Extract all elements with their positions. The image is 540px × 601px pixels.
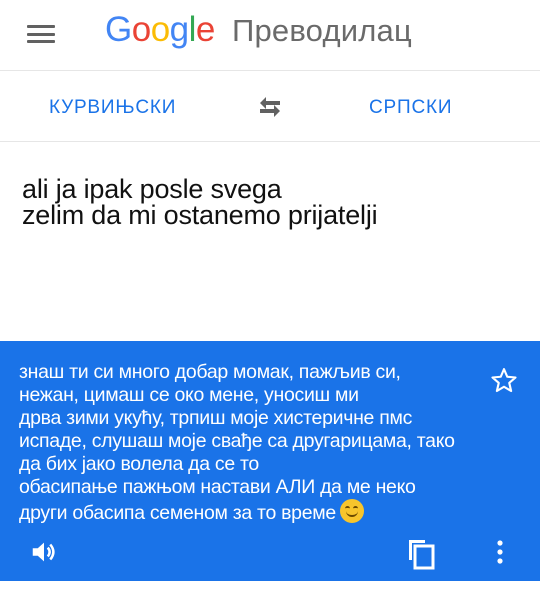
logo-letter: o xyxy=(131,10,151,49)
logo-letter: l xyxy=(188,10,197,49)
smiling-face-emoji-icon xyxy=(339,499,364,523)
translation-line: испаде, слушаш моје свађе са другарицама… xyxy=(19,430,455,452)
logo-letter: G xyxy=(105,10,132,49)
source-text-area[interactable]: ali ja ipak posle svega zelim da mi osta… xyxy=(0,143,540,341)
app-bar: G o o g l e Преводилац xyxy=(0,0,540,70)
swap-arrows-icon[interactable] xyxy=(255,95,285,119)
hamburger-menu-icon[interactable] xyxy=(24,17,58,51)
translation-text: знаш ти си много добар момак, пажљив си,… xyxy=(19,361,479,525)
star-outline-icon[interactable] xyxy=(489,366,519,396)
translation-line: да бих јако волела да се то xyxy=(19,453,259,475)
target-language-button[interactable]: СРПСКИ xyxy=(369,97,452,119)
logo-letter: o xyxy=(150,10,170,49)
translation-card: знаш ти си много добар момак, пажљив си,… xyxy=(0,341,540,581)
translation-line: обасипање пажњом настави АЛИ да ме неко xyxy=(19,476,416,498)
product-name: Преводилац xyxy=(232,13,412,48)
copy-icon[interactable] xyxy=(406,536,436,570)
more-vertical-icon[interactable] xyxy=(492,537,508,567)
source-text-line: zelim da mi ostanemo prijatelji xyxy=(22,200,378,230)
translation-line: други обасипа семеном за то време xyxy=(19,502,336,524)
source-language-button[interactable]: КУРВИЊСКИ xyxy=(49,97,176,119)
language-bar: КУРВИЊСКИ СРПСКИ xyxy=(0,70,540,142)
translation-line: знаш ти си много добар момак, пажљив си, xyxy=(19,361,401,383)
google-logo: G o o g l e xyxy=(105,10,215,50)
logo-letter: e xyxy=(195,10,215,49)
translation-line: нежан, цимаш се око мене, уносиш ми xyxy=(19,384,359,406)
translation-line-last: други обасипа семеном за то време xyxy=(19,499,479,525)
translation-line: дрва зими укућу, трпиш моје хистеричне п… xyxy=(19,407,413,429)
speaker-icon[interactable] xyxy=(29,537,59,567)
bottom-strip xyxy=(0,581,540,601)
logo-letter: g xyxy=(169,10,189,49)
